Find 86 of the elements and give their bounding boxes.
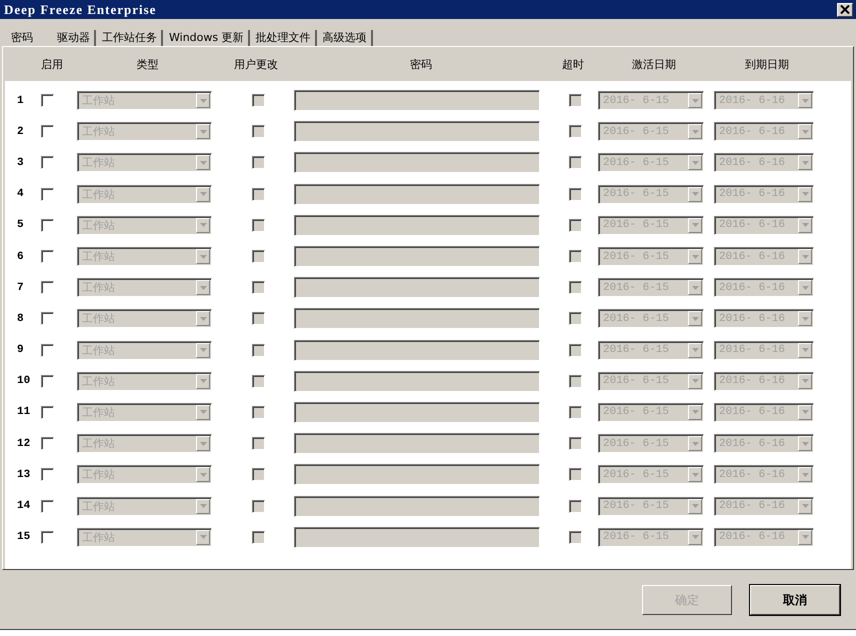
password-field[interactable] xyxy=(294,402,540,423)
caret-icon xyxy=(200,223,206,228)
caret-icon xyxy=(802,316,808,321)
password-field[interactable] xyxy=(294,526,540,548)
row-number: 11 xyxy=(16,406,32,418)
row-number: 9 xyxy=(16,344,25,356)
password-field[interactable] xyxy=(294,90,540,112)
password-field[interactable] xyxy=(294,464,540,486)
caret-icon xyxy=(692,286,698,290)
window-title: Deep Freeze Enterprise xyxy=(4,2,156,18)
password-field[interactable] xyxy=(294,184,540,205)
column-header: 密码 xyxy=(409,56,433,72)
column-header: 启用 xyxy=(40,56,64,72)
caret-icon xyxy=(692,254,698,259)
caret-icon xyxy=(200,98,206,103)
row-number: 15 xyxy=(16,531,32,544)
caret-icon xyxy=(200,442,206,446)
caret-icon xyxy=(692,348,698,352)
password-field[interactable] xyxy=(294,277,540,298)
password-field[interactable] xyxy=(294,214,540,236)
caret-icon xyxy=(692,442,698,446)
caret-icon xyxy=(692,472,698,477)
caret-icon xyxy=(692,410,698,414)
row-number: 4 xyxy=(16,188,25,200)
caret-icon xyxy=(692,316,698,321)
caret-icon xyxy=(200,192,206,196)
password-field[interactable] xyxy=(294,152,540,174)
caret-icon xyxy=(692,379,698,384)
column-header: 用户更改 xyxy=(233,56,279,72)
row-number: 3 xyxy=(16,156,25,169)
password-field[interactable] xyxy=(294,308,540,330)
caret-icon xyxy=(692,98,698,103)
row-number: 13 xyxy=(16,468,32,481)
caret-icon xyxy=(802,410,808,414)
caret-icon xyxy=(802,130,808,134)
caret-icon xyxy=(200,286,206,290)
caret-icon xyxy=(200,410,206,414)
caret-icon xyxy=(802,535,808,540)
row-number: 1 xyxy=(16,94,25,107)
caret-icon xyxy=(200,254,206,259)
row-number: 2 xyxy=(16,126,25,138)
close-button[interactable] xyxy=(837,2,853,16)
caret-icon xyxy=(802,442,808,446)
caret-icon xyxy=(200,472,206,477)
row-number: 7 xyxy=(16,282,25,294)
caret-icon xyxy=(802,286,808,290)
caret-icon xyxy=(802,223,808,228)
caret-icon xyxy=(802,348,808,352)
row-number: 12 xyxy=(16,438,32,450)
caret-icon xyxy=(200,316,206,321)
dialog-button[interactable]: 取消 xyxy=(750,585,840,615)
caret-icon xyxy=(200,348,206,352)
row-number: 10 xyxy=(16,375,32,388)
row-number: 8 xyxy=(16,312,25,325)
password-field[interactable] xyxy=(294,246,540,268)
caret-icon xyxy=(802,98,808,103)
row-number: 6 xyxy=(16,250,25,263)
caret-icon xyxy=(692,504,698,508)
column-header: 类型 xyxy=(136,56,160,72)
caret-icon xyxy=(802,504,808,508)
caret-icon xyxy=(200,504,206,508)
caret-icon xyxy=(692,223,698,228)
caret-icon xyxy=(802,254,808,259)
caret-icon xyxy=(802,472,808,477)
caret-icon xyxy=(802,192,808,196)
caret-icon xyxy=(802,379,808,384)
caret-icon xyxy=(200,535,206,540)
row-number: 14 xyxy=(16,500,32,512)
close-icon xyxy=(840,5,850,14)
caret-icon xyxy=(692,160,698,165)
password-field[interactable] xyxy=(294,121,540,142)
column-header: 到期日期 xyxy=(744,56,790,72)
password-field[interactable] xyxy=(294,433,540,454)
row-number: 5 xyxy=(16,219,25,232)
caret-icon xyxy=(692,192,698,196)
column-header: 激活日期 xyxy=(631,56,677,72)
password-field[interactable] xyxy=(294,340,540,361)
password-field[interactable] xyxy=(294,370,540,392)
caret-icon xyxy=(200,160,206,165)
caret-icon xyxy=(692,535,698,540)
password-field[interactable] xyxy=(294,496,540,517)
caret-icon xyxy=(200,379,206,384)
caret-icon xyxy=(692,130,698,134)
caret-icon xyxy=(200,130,206,134)
caret-icon xyxy=(802,160,808,165)
column-header: 超时 xyxy=(561,56,585,72)
